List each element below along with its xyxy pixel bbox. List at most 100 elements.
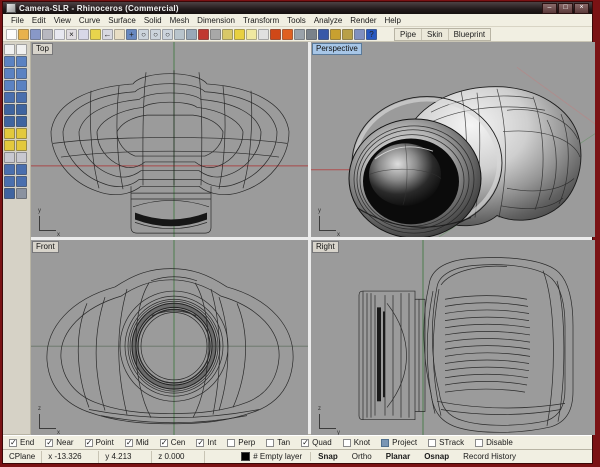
- cplane-button[interactable]: CPlane: [3, 451, 42, 463]
- viewport-layout-icon[interactable]: [186, 29, 197, 40]
- options-gears-icon[interactable]: [342, 29, 353, 40]
- polyline-tool-icon[interactable]: [4, 80, 15, 91]
- viewport-top-label[interactable]: Top: [32, 43, 53, 55]
- plugin-tab[interactable]: Blueprint: [449, 29, 491, 40]
- menu-item[interactable]: View: [50, 15, 75, 26]
- properties-icon[interactable]: [258, 29, 269, 40]
- zoom-selected-icon[interactable]: ○: [162, 29, 173, 40]
- copy-icon[interactable]: [78, 29, 89, 40]
- print-icon[interactable]: [42, 29, 53, 40]
- menu-item[interactable]: Tools: [283, 15, 310, 26]
- menu-item[interactable]: Transform: [239, 15, 283, 26]
- cut-icon[interactable]: ×: [66, 29, 77, 40]
- explode-tool-icon[interactable]: [16, 152, 27, 163]
- select-tool-icon[interactable]: [4, 44, 15, 55]
- offset-tool-icon[interactable]: [16, 164, 27, 175]
- osnap-toggle[interactable]: Disable: [475, 438, 513, 447]
- plugin-tab[interactable]: Pipe: [395, 29, 422, 40]
- osnap-toggle[interactable]: Perp: [227, 438, 255, 447]
- menu-item[interactable]: File: [7, 15, 28, 26]
- osnap-toggle[interactable]: Cen: [160, 438, 186, 447]
- status-pane[interactable]: Ortho: [345, 451, 379, 463]
- osnap-checkbox[interactable]: [428, 439, 436, 447]
- shaded-viewport-icon[interactable]: [306, 29, 317, 40]
- circle-tool-icon[interactable]: [16, 56, 27, 67]
- save-icon[interactable]: [30, 29, 41, 40]
- menu-item[interactable]: Solid: [140, 15, 166, 26]
- minimize-button[interactable]: –: [542, 3, 557, 14]
- osnap-toggle[interactable]: Point: [85, 438, 114, 447]
- plugin-tab[interactable]: Skin: [422, 29, 449, 40]
- menu-item[interactable]: Render: [346, 15, 380, 26]
- zoom-window-icon[interactable]: ○: [150, 29, 161, 40]
- osnap-checkbox[interactable]: [381, 439, 389, 447]
- boolean-union-icon[interactable]: [4, 128, 15, 139]
- zoom-extents-icon[interactable]: [174, 29, 185, 40]
- osnap-checkbox[interactable]: [475, 439, 483, 447]
- viewport-perspective-label[interactable]: Perspective: [312, 43, 362, 55]
- box-tool-icon[interactable]: [4, 104, 15, 115]
- render-preview-icon[interactable]: [282, 29, 293, 40]
- title-bar[interactable]: Camera-SLR - Rhinoceros (Commercial) – □…: [3, 2, 592, 14]
- flag-icon[interactable]: [330, 29, 341, 40]
- transform-tool-icon[interactable]: [4, 176, 15, 187]
- wireframe-viewport-icon[interactable]: [294, 29, 305, 40]
- viewport-perspective[interactable]: Perspective: [311, 42, 595, 237]
- loft-tool-icon[interactable]: [16, 92, 27, 103]
- osnap-checkbox[interactable]: [343, 439, 351, 447]
- osnap-toggle[interactable]: Quad: [301, 438, 332, 447]
- join-tool-icon[interactable]: [4, 152, 15, 163]
- osnap-toggle[interactable]: End: [9, 438, 34, 447]
- new-file-icon[interactable]: [6, 29, 17, 40]
- osnap-toggle[interactable]: Int: [196, 438, 216, 447]
- rendered-viewport-icon[interactable]: [318, 29, 329, 40]
- status-pane[interactable]: Osnap: [417, 451, 456, 463]
- arc-tool-icon[interactable]: [4, 68, 15, 79]
- curve-boolean-icon[interactable]: [4, 164, 15, 175]
- layer-pane[interactable]: # Empty layer: [233, 452, 311, 461]
- status-pane[interactable]: Snap: [311, 451, 345, 463]
- viewport-top[interactable]: Top: [31, 42, 308, 237]
- osnap-checkbox[interactable]: [9, 439, 17, 447]
- viewport-front[interactable]: Front: [31, 240, 308, 435]
- hide-objects-icon[interactable]: [198, 29, 209, 40]
- cylinder-tool-icon[interactable]: [4, 116, 15, 127]
- osnap-toggle[interactable]: STrack: [428, 438, 464, 447]
- undo-icon[interactable]: ←: [102, 29, 113, 40]
- analyze-tool-icon[interactable]: [4, 188, 15, 199]
- pan-icon[interactable]: [114, 29, 125, 40]
- open-file-icon[interactable]: [18, 29, 29, 40]
- osnap-toggle[interactable]: Knot: [343, 438, 370, 447]
- menu-item[interactable]: Curve: [75, 15, 104, 26]
- menu-item[interactable]: Analyze: [310, 15, 346, 26]
- osnap-toggle[interactable]: Near: [45, 438, 73, 447]
- show-objects-icon[interactable]: [210, 29, 221, 40]
- point-tool-icon[interactable]: [16, 44, 27, 55]
- viewport-right[interactable]: Right: [311, 240, 595, 435]
- boolean-difference-icon[interactable]: [16, 128, 27, 139]
- rotate-view-icon[interactable]: [222, 29, 233, 40]
- corner-curve-tool-icon[interactable]: [16, 80, 27, 91]
- viewport-front-label[interactable]: Front: [32, 241, 59, 253]
- status-pane[interactable]: Planar: [379, 451, 417, 463]
- close-button[interactable]: ×: [574, 3, 589, 14]
- rectangle-tool-icon[interactable]: [16, 68, 27, 79]
- tube-tool-icon[interactable]: [16, 116, 27, 127]
- paste-icon[interactable]: [90, 29, 101, 40]
- osnap-toggle[interactable]: Tan: [266, 438, 290, 447]
- fillet-edge-icon[interactable]: [4, 140, 15, 151]
- menu-item[interactable]: Mesh: [166, 15, 194, 26]
- menu-item[interactable]: Edit: [28, 15, 50, 26]
- copy-detail-icon[interactable]: [54, 29, 65, 40]
- osnap-checkbox[interactable]: [196, 439, 204, 447]
- menu-item[interactable]: Dimension: [193, 15, 239, 26]
- render-tool-icon[interactable]: [16, 188, 27, 199]
- sphere-tool-icon[interactable]: [16, 104, 27, 115]
- chamfer-edge-icon[interactable]: [16, 140, 27, 151]
- surface-tool-icon[interactable]: [4, 92, 15, 103]
- curve-tool-icon[interactable]: [4, 56, 15, 67]
- maximize-button[interactable]: □: [558, 3, 573, 14]
- render-icon[interactable]: [270, 29, 281, 40]
- menu-item[interactable]: Help: [381, 15, 405, 26]
- osnap-toggle[interactable]: Mid: [125, 438, 149, 447]
